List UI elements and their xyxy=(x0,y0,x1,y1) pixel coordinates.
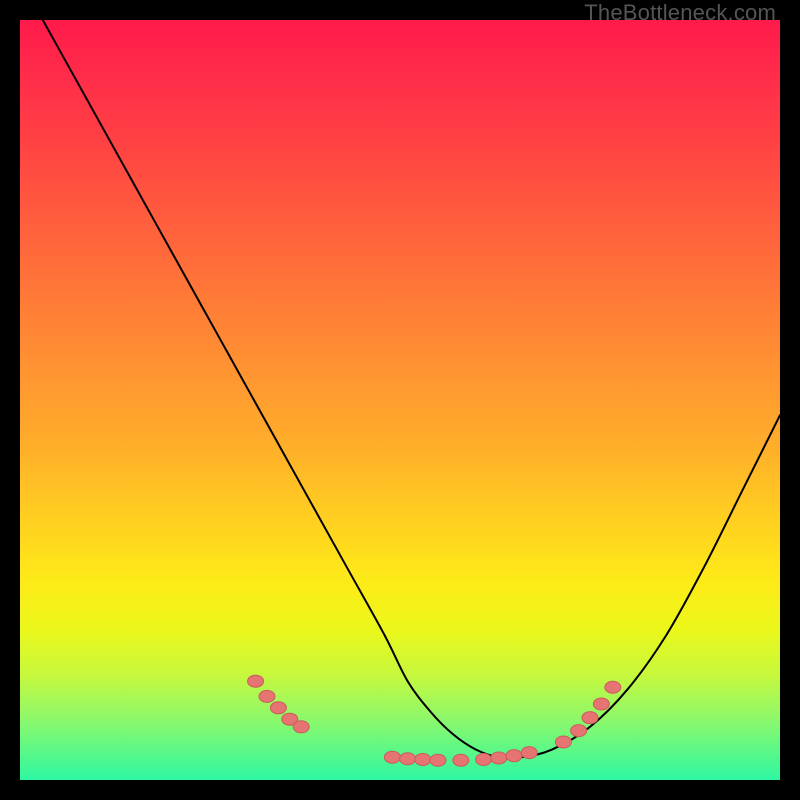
curve-marker xyxy=(571,725,587,737)
curve-marker xyxy=(521,747,537,759)
curve-markers xyxy=(248,675,621,766)
curve-marker xyxy=(384,751,400,763)
curve-marker xyxy=(400,753,416,765)
plot-area xyxy=(20,20,780,780)
curve-marker xyxy=(270,702,286,714)
curve-marker xyxy=(506,750,522,762)
curve-marker xyxy=(582,712,598,724)
curve-marker xyxy=(491,752,507,764)
curve-marker xyxy=(248,675,264,687)
bottleneck-curve xyxy=(43,20,780,758)
curve-marker xyxy=(293,721,309,733)
curve-marker xyxy=(430,754,446,766)
bottleneck-curve-svg xyxy=(20,20,780,780)
chart-frame: TheBottleneck.com xyxy=(0,0,800,800)
curve-marker xyxy=(415,753,431,765)
curve-marker xyxy=(476,753,492,765)
curve-marker xyxy=(453,754,469,766)
curve-marker xyxy=(259,690,275,702)
curve-marker xyxy=(555,736,571,748)
curve-marker xyxy=(605,681,621,693)
curve-marker xyxy=(593,698,609,710)
